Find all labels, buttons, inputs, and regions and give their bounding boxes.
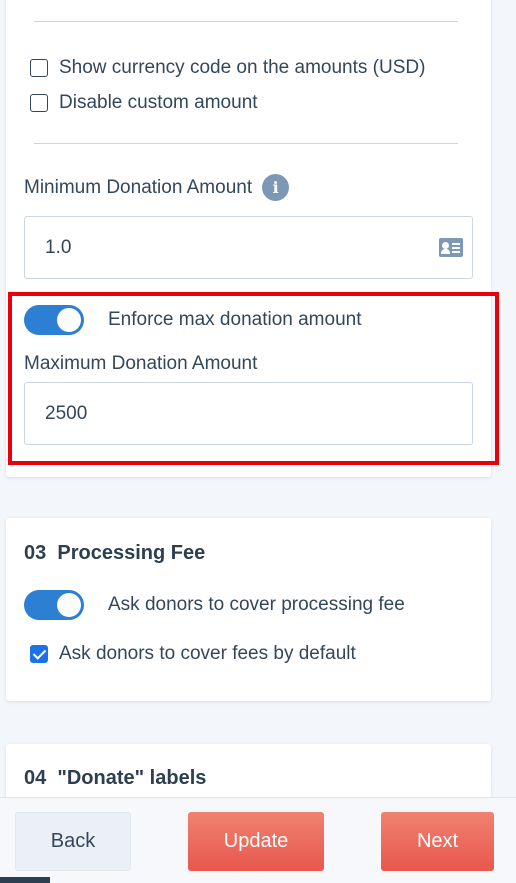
divider-top xyxy=(34,21,458,22)
donate-labels-title-text: "Donate" labels xyxy=(57,767,207,789)
minimum-donation-label-text: Minimum Donation Amount xyxy=(24,176,253,198)
minimum-donation-input[interactable]: 1.0 xyxy=(24,216,473,279)
show-currency-code-checkbox[interactable] xyxy=(30,59,48,77)
processing-fee-title: 03 Processing Fee xyxy=(24,542,205,565)
processing-fee-title-text: Processing Fee xyxy=(57,542,206,564)
show-currency-code-label: Show currency code on the amounts (USD) xyxy=(59,57,426,78)
divider-middle xyxy=(34,143,458,144)
minimum-donation-label: Minimum Donation Amount i xyxy=(24,174,290,201)
info-icon[interactable]: i xyxy=(262,174,290,201)
donate-labels-number: 04 xyxy=(24,767,47,789)
cover-fees-default-checkbox[interactable] xyxy=(30,645,48,663)
cover-fees-default-label: Ask donors to cover fees by default xyxy=(59,643,356,664)
highlight-box xyxy=(8,292,499,465)
toggle-knob xyxy=(57,593,81,617)
cover-processing-fee-toggle[interactable] xyxy=(24,590,84,620)
update-button[interactable]: Update xyxy=(188,812,324,871)
donate-labels-title: 04 "Donate" labels xyxy=(24,767,206,790)
cover-fees-default-option[interactable]: Ask donors to cover fees by default xyxy=(30,643,356,665)
contact-card-icon xyxy=(439,238,463,257)
minimum-donation-value: 1.0 xyxy=(45,236,72,258)
disable-custom-amount-option[interactable]: Disable custom amount xyxy=(30,92,258,114)
processing-fee-number: 03 xyxy=(24,542,47,564)
cover-processing-fee-label: Ask donors to cover processing fee xyxy=(108,594,405,615)
disable-custom-amount-label: Disable custom amount xyxy=(59,92,258,113)
scroll-edge xyxy=(0,877,50,883)
back-button[interactable]: Back xyxy=(15,812,131,871)
page: Show currency code on the amounts (USD) … xyxy=(0,0,516,883)
next-button[interactable]: Next xyxy=(381,812,494,871)
disable-custom-amount-checkbox[interactable] xyxy=(30,94,48,112)
show-currency-code-option[interactable]: Show currency code on the amounts (USD) xyxy=(30,57,425,79)
